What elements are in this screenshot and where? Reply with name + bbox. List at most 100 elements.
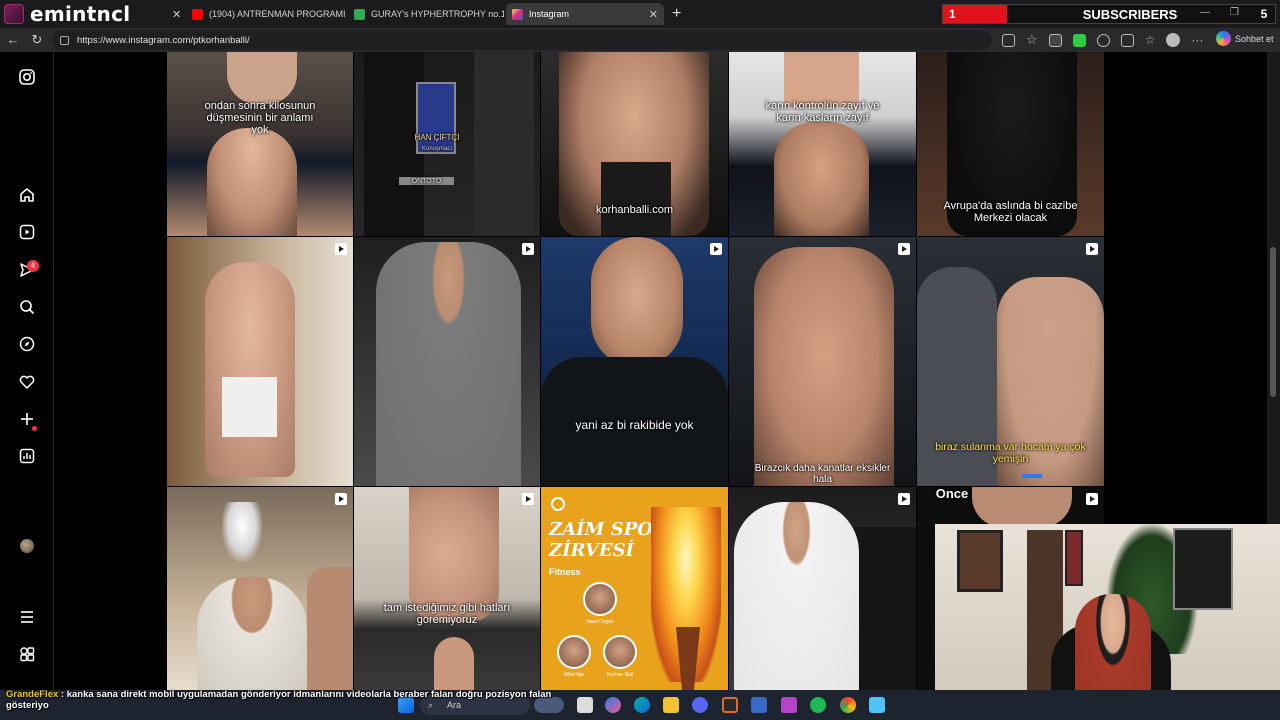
instagram-logo-icon[interactable] <box>17 67 37 87</box>
browser-toolbar: ☆ ☆ ··· <box>1002 32 1203 48</box>
restore-icon[interactable]: ❐ <box>1230 7 1239 18</box>
drive-favicon-icon <box>354 8 365 20</box>
more-menu-icon[interactable] <box>17 607 37 627</box>
post-thumbnail[interactable]: ZAİM SPOR ZİRVESİ Fitness Nasıl Ozgan Ki… <box>541 487 728 690</box>
home-icon[interactable] <box>17 185 37 205</box>
post-thumbnail[interactable] <box>167 487 353 690</box>
post-image-person <box>774 122 869 236</box>
edge-icon[interactable] <box>634 697 650 713</box>
address-bar: ← ↻ https://www.instagram.com/ptkorhanba… <box>0 28 1280 52</box>
post-thumbnail[interactable]: ondan sonra kilosunun düşmesinin bir anl… <box>167 52 353 236</box>
chat-separator: : <box>60 689 65 700</box>
poster-speaker-photo <box>557 635 591 669</box>
tab-youtube[interactable]: (1904) ANTRENMAN PROGRAMI · ✕ <box>186 3 348 25</box>
post-thumbnail[interactable]: HAN ÇİFTÇİ Konuşmacı ONTOTO <box>354 52 540 236</box>
post-image-person <box>972 487 1072 527</box>
extensions-puzzle-icon[interactable] <box>1096 33 1110 47</box>
youtube-favicon-icon <box>192 8 203 20</box>
subscriber-count: 1 <box>943 5 1007 23</box>
collections-icon[interactable]: ☆ <box>1145 33 1156 47</box>
close-icon[interactable]: ✕ <box>649 8 658 21</box>
chrome-icon[interactable] <box>840 697 856 713</box>
task-view-icon[interactable] <box>577 697 593 713</box>
reel-icon <box>335 493 347 505</box>
copilot-button[interactable]: Sohbet et <box>1216 31 1274 46</box>
post-thumbnail[interactable]: Avrupa'da aslında bi cazibe Merkezi olac… <box>917 52 1104 236</box>
more-options-icon[interactable]: ··· <box>1191 33 1203 47</box>
post-thumbnail[interactable]: yani az bi rakibide yok <box>541 237 728 486</box>
post-thumbnail[interactable] <box>354 237 540 486</box>
post-image-person <box>227 52 297 104</box>
also-from-meta-icon[interactable] <box>17 644 37 664</box>
tab-instagram[interactable]: Instagram ✕ <box>506 3 664 25</box>
notepad-icon[interactable] <box>869 697 885 713</box>
post-thumbnail[interactable]: korhanballi.com <box>541 52 728 236</box>
post-thumbnail[interactable]: tam istediğimiz gibi hatları göremiyoruz <box>354 487 540 690</box>
discord-icon[interactable] <box>692 697 708 713</box>
streamlabs-icon[interactable] <box>751 697 767 713</box>
poster-speaker-name: Korhan Ball <box>607 672 633 678</box>
post-thumbnail[interactable]: Birazcık daha kanatlar eksikler hala <box>729 237 916 486</box>
post-thumbnail[interactable]: karın kontrolün zayıf ve karın kasların … <box>729 52 916 236</box>
browser-essentials-icon[interactable] <box>1120 33 1134 47</box>
reel-icon <box>522 493 534 505</box>
post-caption: karın kontrolün zayıf ve karın kasların … <box>765 100 880 125</box>
tab-close-icon[interactable]: ✕ <box>172 8 181 21</box>
app-available-icon[interactable] <box>1002 33 1015 47</box>
webcam-jersey <box>1173 528 1233 610</box>
spotify-icon[interactable] <box>810 697 826 713</box>
favorite-star-icon[interactable]: ☆ <box>1026 32 1038 48</box>
dashboard-icon[interactable] <box>17 446 37 466</box>
post-thumbnail[interactable] <box>729 487 916 690</box>
post-image-shorts <box>601 162 671 236</box>
chat-text: kanka sana direkt mobil uygulamadan gönd… <box>6 689 552 711</box>
copilot-label: Sohbet et <box>1235 33 1274 44</box>
tab-pdf[interactable]: GURAY's HYPHERTROPHY no.1.pdf ✕ <box>348 3 504 25</box>
notifications-icon[interactable] <box>17 372 37 392</box>
back-icon[interactable]: ← <box>1 32 25 47</box>
profile-icon[interactable] <box>1166 33 1181 47</box>
post-thumbnail[interactable] <box>167 237 353 486</box>
post-image-person <box>207 128 297 236</box>
browser-tab-bar: emintncl ✕ (1904) ANTRENMAN PROGRAMI · ✕… <box>0 0 1280 28</box>
post-sign-subtext: Konuşmacı <box>421 146 452 152</box>
post-image-person <box>434 637 474 690</box>
page-scrollbar[interactable] <box>1267 52 1280 524</box>
create-icon[interactable] <box>17 409 37 429</box>
subscriber-goal: 5 <box>1260 7 1268 21</box>
extension-icon[interactable] <box>1048 33 1062 47</box>
poster-speaker-name: Kibel Ilge <box>563 672 585 678</box>
reel-icon <box>1086 493 1098 505</box>
post-sign-text: HAN ÇİFTÇİ <box>414 133 460 142</box>
reel-icon <box>898 493 910 505</box>
copilot-icon[interactable] <box>605 697 621 713</box>
messenger-icon[interactable] <box>781 697 797 713</box>
reel-icon <box>898 243 910 255</box>
new-tab-button[interactable]: + <box>672 5 681 23</box>
post-caption: korhanballi.com <box>595 204 674 216</box>
url-field[interactable]: https://www.instagram.com/ptkorhanballi/ <box>52 30 992 50</box>
search-icon[interactable] <box>17 297 37 317</box>
obs-icon[interactable] <box>722 697 738 713</box>
window-controls: — ❐ <box>1200 7 1239 18</box>
poster-speaker-name: Nasıl Ozgan <box>586 619 614 625</box>
post-thumbnail[interactable]: biraz sulanma var hocam ya çok yemişin <box>917 237 1104 486</box>
tab-label: GURAY's HYPHERTROPHY no.1.pdf <box>371 9 504 19</box>
explore-icon[interactable] <box>17 334 37 354</box>
post-stage-text: ONTOTO <box>411 178 442 185</box>
scrollbar-thumb[interactable] <box>1270 247 1276 397</box>
file-explorer-icon[interactable] <box>663 697 679 713</box>
reel-icon <box>1086 243 1098 255</box>
post-image-person <box>205 262 295 477</box>
site-info-icon[interactable] <box>60 35 69 45</box>
poster-speaker-photo <box>583 582 617 616</box>
reels-icon[interactable] <box>17 222 37 242</box>
minimize-icon[interactable]: — <box>1200 7 1210 18</box>
refresh-icon[interactable]: ↻ <box>25 32 49 48</box>
profile-avatar-icon[interactable] <box>20 539 34 553</box>
post-image-person <box>364 52 424 236</box>
post-caption: Avrupa'da aslında bi cazibe Merkezi olac… <box>943 200 1078 225</box>
instagram-sidebar: 4 <box>0 52 54 692</box>
messages-badge: 4 <box>27 260 39 272</box>
battery-extension-icon[interactable] <box>1072 33 1086 47</box>
